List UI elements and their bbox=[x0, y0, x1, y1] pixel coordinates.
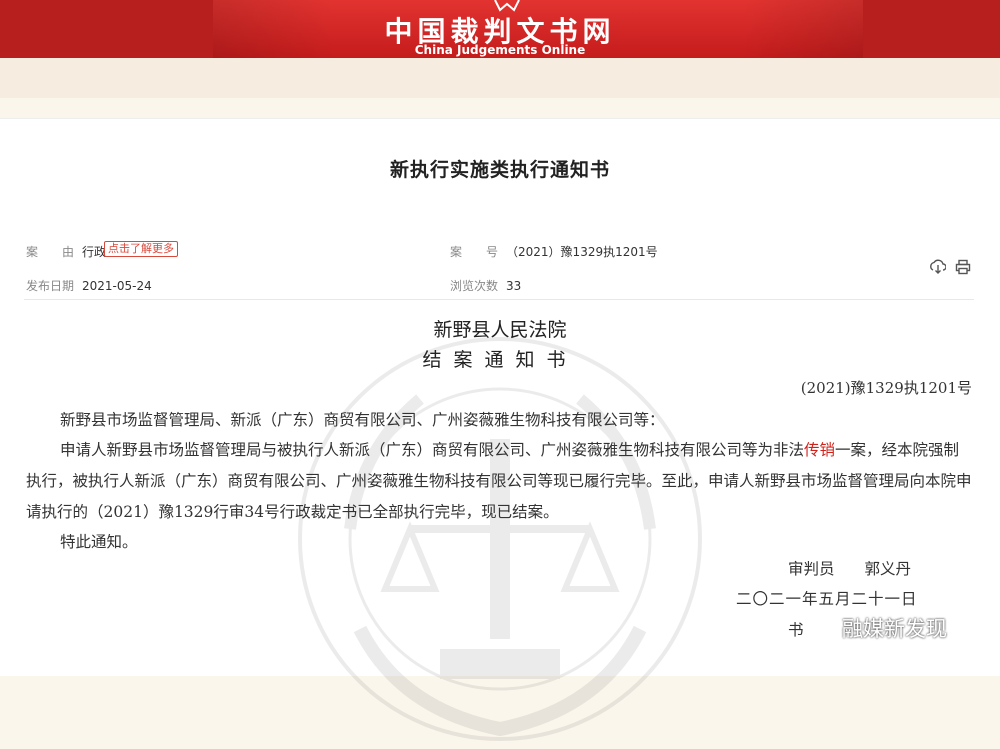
judge-label: 审判员 bbox=[788, 560, 835, 578]
meta-views-value: 33 bbox=[506, 279, 522, 293]
site-subtitle: China Judgements Online bbox=[414, 43, 586, 57]
court-name: 新野县人民法院 bbox=[433, 319, 567, 341]
download-icon[interactable] bbox=[930, 259, 947, 279]
wechat-icon bbox=[815, 619, 838, 638]
nav-strip bbox=[0, 58, 1000, 98]
signature-date: 二〇二一年五月二十一日 bbox=[736, 590, 918, 608]
case-reference: (2021)豫1329执1201号 bbox=[800, 379, 972, 397]
meta-publish-date-label: 发布日期 bbox=[26, 279, 75, 293]
wechat-watermark-text: 融媒新发现 bbox=[842, 617, 947, 641]
site-header-banner: 中国裁判文书网 China Judgements Online bbox=[0, 0, 1000, 58]
meta-cause-label: 案 由 bbox=[26, 245, 75, 259]
meta-case-no-label: 案 号 bbox=[450, 245, 499, 259]
meta-cause: 案 由行政 bbox=[26, 243, 106, 260]
judge-signature: 审判员 郭义丹 bbox=[788, 557, 911, 579]
meta-cause-value: 行政 bbox=[82, 245, 107, 259]
meta-case-no: 案 号 （2021）豫1329执1201号 bbox=[450, 243, 658, 260]
document-card: 新执行实施类执行通知书 案 由行政 点击了解更多 案 号 （2021）豫1329执… bbox=[0, 118, 1000, 741]
print-icon[interactable] bbox=[955, 259, 971, 279]
meta-views: 浏览次数 33 bbox=[450, 277, 521, 294]
closing-paragraph: 特此通知。 bbox=[60, 533, 138, 551]
meta-publish-date-value: 2021-05-24 bbox=[82, 279, 152, 293]
meta-case-no-value: （2021）豫1329执1201号 bbox=[506, 245, 658, 259]
body-text-before: 申请人新野县市场监督管理局与被执行人新派（广东）商贸有限公司、广州姿薇雅生物科技… bbox=[60, 441, 805, 459]
highlight-term[interactable]: 传销 bbox=[804, 441, 835, 459]
document-title: 新执行实施类执行通知书 bbox=[389, 159, 610, 181]
meta-divider bbox=[24, 299, 974, 300]
document-actions bbox=[930, 259, 975, 279]
judge-name: 郭义丹 bbox=[864, 560, 912, 578]
meta-publish-date: 发布日期 2021-05-24 bbox=[26, 277, 152, 294]
parties-paragraph: 新野县市场监督管理局、新派（广东）商贸有限公司、广州姿薇雅生物科技有限公司等： bbox=[60, 411, 665, 429]
meta-views-label: 浏览次数 bbox=[450, 279, 499, 293]
clerk-label: 书 bbox=[788, 621, 804, 639]
body-paragraph: 申请人新野县市场监督管理局与被执行人新派（广东）商贸有限公司、广州姿薇雅生物科技… bbox=[26, 435, 974, 528]
learn-more-link[interactable]: 点击了解更多 bbox=[104, 241, 178, 257]
notice-title: 结案通知书 bbox=[422, 349, 578, 371]
